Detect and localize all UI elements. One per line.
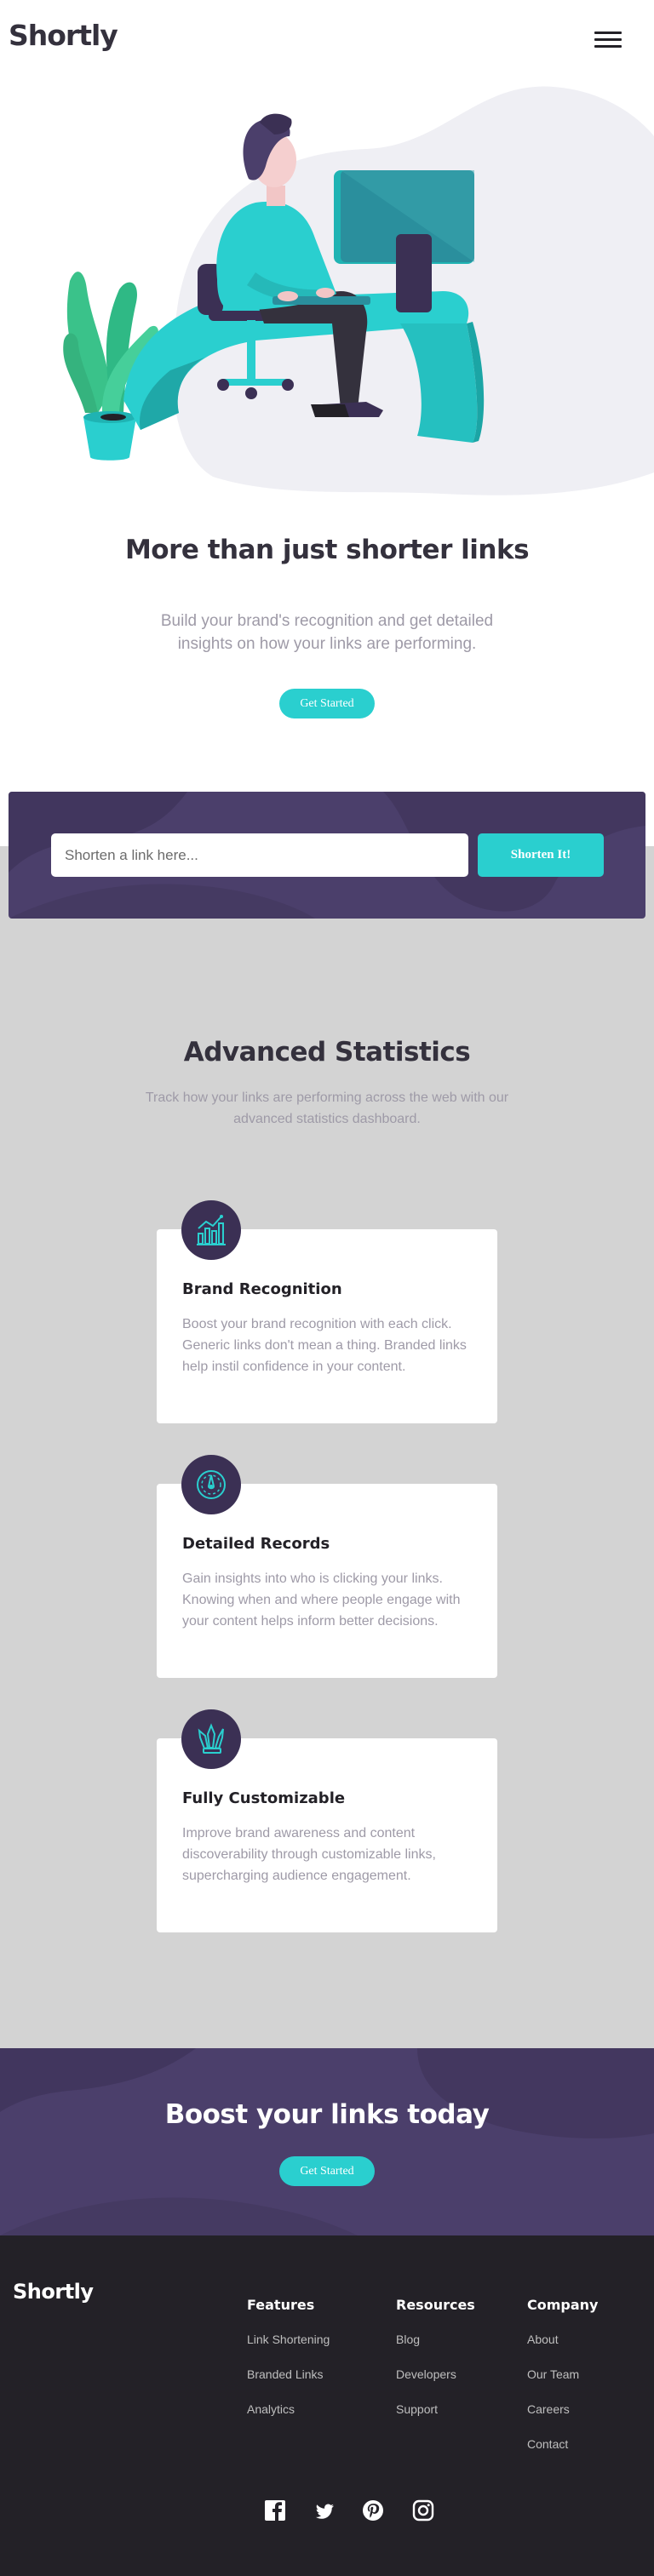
page: Shortly More than just shorter links Bui… — [0, 0, 654, 2576]
card-text: Improve brand awareness and content disc… — [182, 1826, 436, 1883]
logo[interactable]: Shortly — [9, 19, 118, 52]
footer-heading: Resources — [396, 2297, 475, 2313]
person-working-at-desk-illustration — [63, 86, 654, 495]
boost-get-started-button[interactable]: Get Started — [279, 2156, 375, 2186]
footer-link[interactable]: Support — [396, 2402, 475, 2437]
card-text: Boost your brand recognition with each c… — [182, 1317, 467, 1374]
facebook-icon[interactable] — [264, 2499, 286, 2522]
gauge-icon — [181, 1455, 241, 1514]
footer-link[interactable]: Our Team — [527, 2367, 598, 2402]
statistics-subtitle: Track how your links are performing acro… — [145, 1091, 509, 1126]
card-brand-recognition: Brand Recognition Boost your brand recog… — [157, 1200, 497, 1423]
instagram-icon[interactable] — [412, 2499, 434, 2522]
footer-link[interactable]: Analytics — [247, 2402, 330, 2437]
bar-chart-icon — [181, 1200, 241, 1260]
footer-column-company: Company About Our Team Careers Contact — [527, 2297, 598, 2472]
footer: Shortly Features Link Shortening Branded… — [0, 2235, 654, 2576]
footer-heading: Features — [247, 2297, 315, 2313]
hero-title: More than just shorter links — [124, 535, 530, 565]
footer-column-resources: Resources Blog Developers Support — [396, 2297, 475, 2437]
footer-column-features: Features Link Shortening Branded Links A… — [247, 2297, 330, 2437]
hero-subtitle: Build your brand's recognition and get d… — [160, 612, 494, 653]
hamburger-menu-icon[interactable] — [594, 29, 623, 51]
brushes-icon — [181, 1709, 241, 1769]
footer-logo[interactable]: Shortly — [13, 2280, 94, 2304]
shorten-panel: Shorten a link here... Shorten It! — [9, 792, 645, 919]
shorten-it-button[interactable]: Shorten It! — [478, 833, 604, 877]
footer-link[interactable]: Blog — [396, 2333, 475, 2367]
card-title: Detailed Records — [182, 1535, 330, 1553]
header: Shortly — [0, 0, 654, 77]
card-text: Gain insights into who is clicking your … — [182, 1571, 461, 1629]
boost-background — [0, 2048, 654, 2235]
footer-link[interactable]: About — [527, 2333, 598, 2367]
shorten-link-input[interactable]: Shorten a link here... — [51, 833, 468, 877]
boost-title: Boost your links today — [164, 2099, 490, 2130]
card-fully-customizable: Fully Customizable Improve brand awarene… — [157, 1709, 497, 1932]
footer-heading: Company — [527, 2297, 599, 2313]
footer-link[interactable]: Careers — [527, 2402, 598, 2437]
boost-section: Boost your links today Get Started — [0, 2048, 654, 2235]
card-title: Fully Customizable — [182, 1789, 346, 1807]
pinterest-icon[interactable] — [362, 2499, 384, 2522]
twitter-icon[interactable] — [313, 2501, 336, 2523]
statistics-title: Advanced Statistics — [183, 1037, 471, 1068]
footer-link[interactable]: Branded Links — [247, 2367, 330, 2402]
footer-link[interactable]: Link Shortening — [247, 2333, 330, 2367]
card-detailed-records: Detailed Records Gain insights into who … — [157, 1455, 497, 1678]
footer-link[interactable]: Contact — [527, 2437, 598, 2472]
footer-link[interactable]: Developers — [396, 2367, 475, 2402]
social-links — [262, 2499, 434, 2525]
card-title: Brand Recognition — [182, 1280, 342, 1298]
get-started-button[interactable]: Get Started — [279, 689, 375, 718]
